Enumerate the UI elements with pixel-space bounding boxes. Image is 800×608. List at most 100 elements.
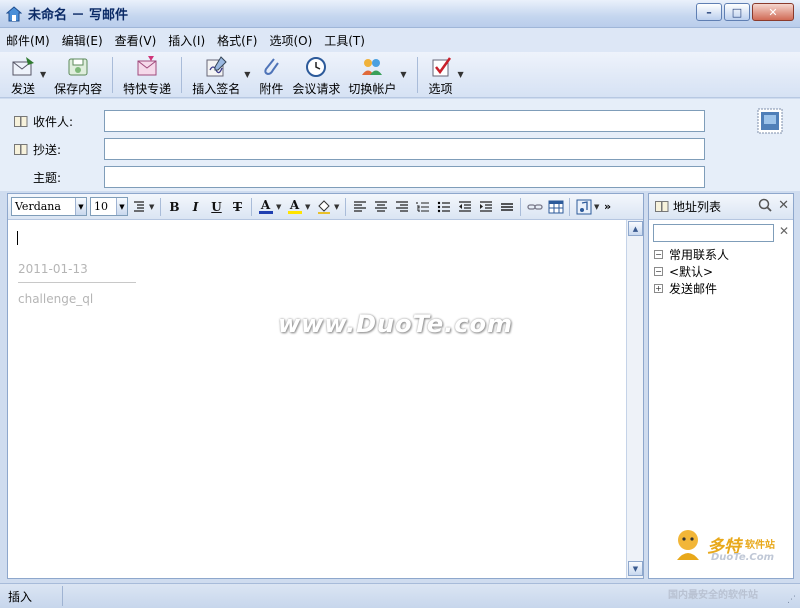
switch-account-button[interactable]: 切换帐户 bbox=[344, 52, 400, 97]
insert-link-button[interactable] bbox=[524, 197, 545, 217]
logo-sub-text: 软件站 bbox=[745, 540, 775, 551]
numbered-list-button[interactable] bbox=[412, 197, 433, 217]
tree-item-sent-mail[interactable]: + 发送邮件 bbox=[654, 280, 729, 297]
paperclip-icon bbox=[264, 58, 280, 76]
collapse-icon[interactable]: − bbox=[654, 267, 663, 276]
menu-mail[interactable]: 邮件(M) bbox=[6, 32, 50, 49]
tree-item-default[interactable]: − <默认> bbox=[654, 263, 729, 280]
clock-icon bbox=[306, 57, 327, 77]
underline-button[interactable]: U bbox=[206, 197, 227, 217]
meeting-request-label: 会议请求 bbox=[292, 82, 341, 96]
menu-view[interactable]: 查看(V) bbox=[115, 32, 157, 49]
toolbar-separator bbox=[181, 57, 183, 93]
address-book-icon[interactable] bbox=[14, 143, 28, 155]
close-icon[interactable]: ✕ bbox=[778, 198, 789, 213]
send-dropdown-icon[interactable]: ▼ bbox=[40, 70, 46, 79]
italic-button[interactable]: I bbox=[185, 197, 206, 217]
scroll-up-icon[interactable]: ▲ bbox=[628, 221, 643, 236]
toolbar-overflow-button[interactable]: » bbox=[604, 200, 611, 213]
editor-scrollbar[interactable]: ▲ ▼ bbox=[626, 220, 643, 578]
to-input[interactable] bbox=[104, 110, 705, 132]
media-icon bbox=[576, 199, 591, 214]
meeting-request-button[interactable]: 会议请求 bbox=[288, 52, 344, 97]
insert-mode-indicator: 插入 bbox=[8, 586, 64, 606]
font-family-value: Verdana bbox=[15, 200, 61, 213]
subject-label: 主题: bbox=[33, 170, 62, 185]
font-family-select[interactable]: Verdana ▼ bbox=[11, 197, 87, 216]
font-color-button[interactable]: A bbox=[255, 197, 276, 217]
horizontal-rule-button[interactable] bbox=[496, 197, 517, 217]
address-list-panel: 地址列表 ✕ ✕ − 常用联系人 − <默认> + 发送邮件 多特 软件站 Du… bbox=[648, 193, 794, 579]
expand-icon[interactable]: + bbox=[654, 284, 663, 293]
align-right-button[interactable] bbox=[391, 197, 412, 217]
minimize-button[interactable]: – bbox=[696, 3, 722, 21]
address-book-icon[interactable] bbox=[14, 115, 28, 127]
express-mail-icon bbox=[137, 56, 157, 76]
toolbar-separator bbox=[416, 57, 418, 93]
decrease-indent-button[interactable] bbox=[454, 197, 475, 217]
menu-options[interactable]: 选项(O) bbox=[269, 32, 312, 49]
options-label: 选项 bbox=[428, 82, 453, 96]
stamp-icon[interactable] bbox=[757, 108, 783, 134]
font-size-select[interactable]: 10 ▼ bbox=[90, 197, 128, 216]
search-icon[interactable] bbox=[758, 198, 772, 212]
subject-input[interactable] bbox=[104, 166, 705, 188]
chevron-down-icon[interactable]: ▼ bbox=[276, 203, 284, 211]
menu-format[interactable]: 格式(F) bbox=[217, 32, 257, 49]
strikethrough-button[interactable]: T bbox=[227, 197, 248, 217]
cc-input[interactable] bbox=[104, 138, 705, 160]
to-label: 收件人: bbox=[33, 114, 74, 129]
watermark-text: www.DuoTe.com bbox=[278, 310, 513, 338]
menu-insert[interactable]: 插入(I) bbox=[168, 32, 205, 49]
tree-item-label: <默认> bbox=[669, 265, 714, 279]
chevron-down-icon[interactable]: ▼ bbox=[594, 203, 602, 211]
tree-item-frequent-contacts[interactable]: − 常用联系人 bbox=[654, 246, 729, 263]
highlight-button[interactable]: A bbox=[284, 197, 305, 217]
address-list-header: 地址列表 ✕ bbox=[649, 194, 793, 220]
maximize-button[interactable]: □ bbox=[724, 3, 750, 21]
highlight-bar bbox=[287, 211, 302, 214]
clear-search-icon[interactable]: ✕ bbox=[779, 224, 789, 238]
menu-edit[interactable]: 编辑(E) bbox=[62, 32, 103, 49]
background-fill-button[interactable] bbox=[313, 197, 334, 217]
chevron-down-icon[interactable]: ▼ bbox=[305, 203, 313, 211]
menu-tools[interactable]: 工具(T) bbox=[324, 32, 365, 49]
logo-url-text: DuoTe.Com bbox=[711, 552, 775, 563]
numbered-list-icon bbox=[415, 201, 429, 212]
collapse-icon[interactable]: − bbox=[654, 250, 663, 259]
options-dropdown-icon[interactable]: ▼ bbox=[458, 70, 464, 79]
chevron-down-icon[interactable]: ▼ bbox=[334, 203, 342, 211]
increase-indent-button[interactable] bbox=[475, 197, 496, 217]
save-content-button[interactable]: 保存内容 bbox=[50, 52, 106, 97]
highlight-letter: A bbox=[289, 198, 300, 212]
toolbar-separator bbox=[112, 57, 114, 93]
scroll-down-icon[interactable]: ▼ bbox=[628, 561, 643, 576]
send-button[interactable]: 发送 bbox=[6, 52, 40, 97]
options-button[interactable]: 选项 bbox=[424, 52, 458, 97]
title-bar: 未命名 － 写邮件 – □ ✕ bbox=[0, 0, 800, 28]
insert-table-button[interactable] bbox=[545, 197, 566, 217]
signature-dropdown-icon[interactable]: ▼ bbox=[244, 70, 250, 79]
window-controls: – □ ✕ bbox=[696, 3, 794, 21]
express-button[interactable]: 特快专递 bbox=[119, 52, 175, 97]
chevron-down-icon[interactable]: ▼ bbox=[149, 203, 157, 211]
insert-media-button[interactable] bbox=[573, 197, 594, 217]
align-left-button[interactable] bbox=[349, 197, 370, 217]
signature-divider bbox=[18, 282, 136, 283]
format-separator bbox=[345, 197, 346, 216]
line-spacing-button[interactable] bbox=[128, 197, 149, 217]
bullet-list-button[interactable] bbox=[433, 197, 454, 217]
insert-signature-label: 插入签名 bbox=[192, 82, 241, 96]
format-separator bbox=[251, 197, 252, 216]
link-icon bbox=[526, 203, 543, 210]
address-search-input[interactable] bbox=[653, 224, 774, 242]
attachment-button[interactable]: 附件 bbox=[254, 52, 288, 97]
bold-button[interactable]: B bbox=[164, 197, 185, 217]
address-list-title: 地址列表 bbox=[673, 200, 722, 214]
resize-grip-icon[interactable]: ⋰ bbox=[787, 595, 796, 605]
close-button[interactable]: ✕ bbox=[752, 3, 794, 21]
account-dropdown-icon[interactable]: ▼ bbox=[400, 70, 406, 79]
align-center-button[interactable] bbox=[370, 197, 391, 217]
message-body[interactable]: 2011-01-13 challenge_ql www.DuoTe.com bbox=[8, 220, 627, 578]
insert-signature-button[interactable]: 插入签名 bbox=[188, 52, 244, 97]
